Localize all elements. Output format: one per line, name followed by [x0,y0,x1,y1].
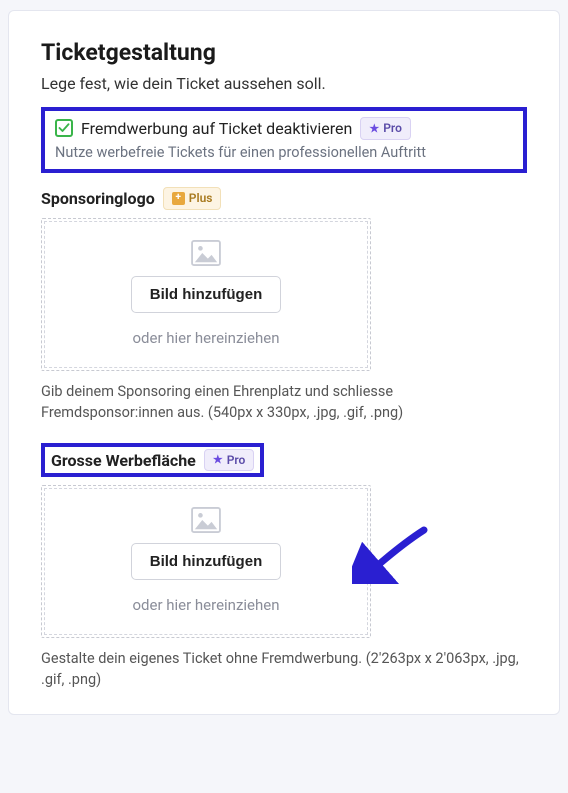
sponsoring-dropzone[interactable]: Bild hinzufügen oder hier hereinziehen [41,218,371,371]
image-placeholder-icon [191,240,221,266]
image-placeholder-icon [191,507,221,533]
sponsoring-add-image-button[interactable]: Bild hinzufügen [131,276,281,313]
plus-badge-label: Plus [189,190,213,207]
pro-badge-label: Pro [383,120,402,137]
annotation-highlight-adspace: Grosse Werbefläche ★ Pro [41,443,264,478]
sponsoring-help: Gib deinem Sponsoring einen Ehrenplatz u… [41,381,501,423]
check-icon [58,122,70,134]
star-icon: ★ [213,452,223,467]
adspace-label: Grosse Werbefläche [51,451,196,470]
disable-ads-checkbox[interactable] [55,119,73,137]
annotation-highlight-option: Fremdwerbung auf Ticket deaktivieren ★ P… [41,107,527,173]
sponsoring-drop-hint: oder hier hereinziehen [57,329,355,347]
disable-ads-desc: Nutze werbefreie Tickets für einen profe… [55,144,513,161]
star-icon: ★ [369,121,379,136]
disable-ads-label: Fremdwerbung auf Ticket deaktivieren [81,119,352,138]
adspace-drop-hint: oder hier hereinziehen [57,596,355,614]
sponsoring-header: Sponsoringlogo + Plus [41,187,527,210]
page-title: Ticketgestaltung [41,39,527,66]
plus-icon: + [172,192,185,205]
pro-badge-adspace-label: Pro [227,452,246,469]
sponsoring-label: Sponsoringlogo [41,189,155,208]
adspace-dropzone[interactable]: Bild hinzufügen oder hier hereinziehen [41,485,371,638]
plus-badge: + Plus [163,187,222,210]
adspace-add-image-button[interactable]: Bild hinzufügen [131,543,281,580]
ticket-design-card: Ticketgestaltung Lege fest, wie dein Tic… [8,10,560,715]
page-subtitle: Lege fest, wie dein Ticket aussehen soll… [41,74,527,93]
adspace-help: Gestalte dein eigenes Ticket ohne Fremdw… [41,648,527,690]
pro-badge-adspace: ★ Pro [204,449,255,472]
pro-badge: ★ Pro [360,117,411,140]
